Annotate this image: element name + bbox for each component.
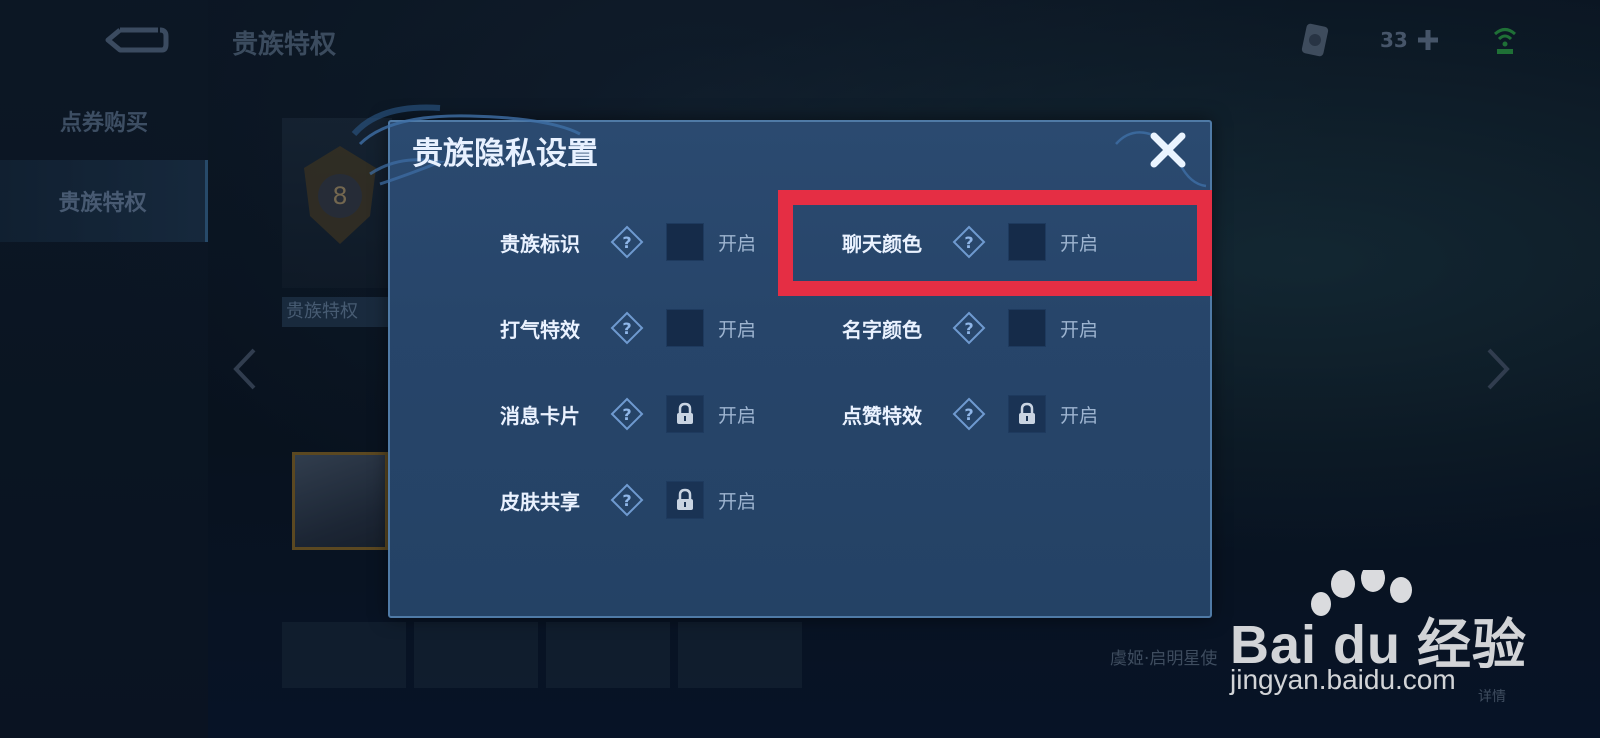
toggle-label: 开启 bbox=[1060, 318, 1099, 341]
watermark-url: jingyan.baidu.com bbox=[1230, 664, 1456, 695]
help-icon[interactable]: ? bbox=[610, 311, 644, 345]
lock-icon bbox=[677, 402, 693, 424]
svg-text:?: ? bbox=[622, 319, 631, 338]
toggle-label: 开启 bbox=[718, 404, 757, 427]
svg-text:?: ? bbox=[964, 319, 973, 338]
setting-noble-badge: 贵族标识 ? 开启 bbox=[500, 222, 756, 262]
toggle-checkbox[interactable] bbox=[666, 309, 704, 347]
modal-title: 贵族隐私设置 bbox=[412, 136, 598, 172]
help-icon[interactable]: ? bbox=[952, 397, 986, 431]
setting-label: 名字颜色 bbox=[842, 317, 922, 342]
setting-name-color: 名字颜色 ? 开启 bbox=[842, 308, 1098, 348]
locked-toggle[interactable] bbox=[1008, 395, 1046, 433]
setting-skin-share: 皮肤共享 ? 开启 bbox=[500, 480, 756, 520]
svg-text:?: ? bbox=[622, 491, 631, 510]
setting-label: 皮肤共享 bbox=[500, 489, 580, 514]
svg-text:?: ? bbox=[622, 233, 631, 252]
toggle-checkbox[interactable] bbox=[1008, 309, 1046, 347]
toggle-label: 开启 bbox=[718, 318, 757, 341]
toggle-label: 开启 bbox=[718, 490, 757, 513]
locked-toggle[interactable] bbox=[666, 395, 704, 433]
toggle-label: 开启 bbox=[718, 232, 757, 255]
toggle-checkbox[interactable] bbox=[666, 223, 704, 261]
annotation-highlight-box bbox=[778, 190, 1212, 296]
setting-label: 贵族标识 bbox=[500, 231, 580, 256]
help-icon[interactable]: ? bbox=[610, 397, 644, 431]
help-icon[interactable]: ? bbox=[952, 311, 986, 345]
svg-text:?: ? bbox=[622, 405, 631, 424]
setting-label: 消息卡片 bbox=[500, 403, 580, 428]
setting-like-effect: 点赞特效 ? 开启 bbox=[842, 394, 1098, 434]
help-icon[interactable]: ? bbox=[610, 225, 644, 259]
help-icon[interactable]: ? bbox=[610, 483, 644, 517]
setting-message-card: 消息卡片 ? 开启 bbox=[500, 394, 756, 434]
toggle-label: 开启 bbox=[1060, 404, 1099, 427]
locked-toggle[interactable] bbox=[666, 481, 704, 519]
close-button[interactable] bbox=[1148, 130, 1188, 170]
svg-text:?: ? bbox=[964, 405, 973, 424]
setting-label: 点赞特效 bbox=[842, 403, 922, 428]
lock-icon bbox=[1019, 402, 1035, 424]
lock-icon bbox=[677, 488, 693, 510]
setting-cheer-effect: 打气特效 ? 开启 bbox=[500, 308, 756, 348]
setting-label: 打气特效 bbox=[500, 317, 580, 342]
